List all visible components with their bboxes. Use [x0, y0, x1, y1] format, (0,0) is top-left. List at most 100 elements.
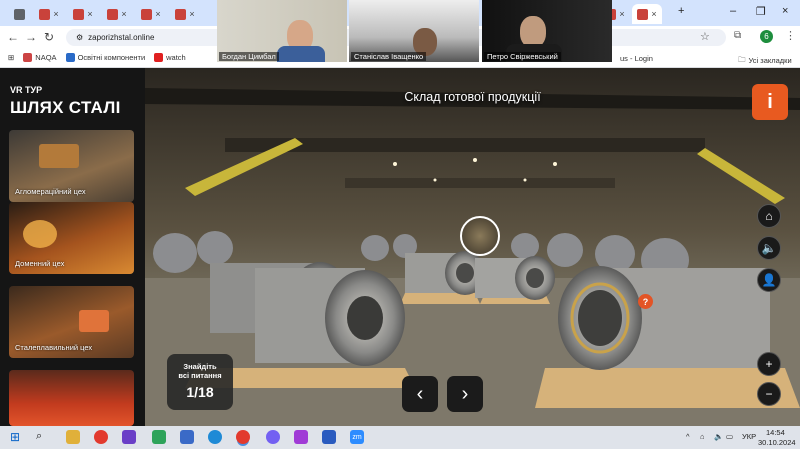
close-tab-icon[interactable]: × — [87, 9, 92, 19]
edge-icon[interactable] — [208, 430, 222, 444]
page-title: ШЛЯХ СТАЛІ — [10, 98, 121, 117]
new-tab-button[interactable]: + — [678, 5, 684, 17]
extensions-icon[interactable]: ⧉ — [734, 30, 741, 41]
close-tab-icon[interactable]: × — [619, 9, 624, 19]
profile-avatar[interactable]: 6 — [760, 30, 773, 43]
vr-tour-tag: VR ТУР — [10, 85, 43, 95]
url-text: zaporizhstal.online — [88, 33, 155, 42]
menu-icon[interactable]: ⋮ — [785, 29, 796, 42]
tab[interactable] — [4, 4, 34, 24]
file-explorer-icon[interactable] — [66, 430, 80, 444]
tab[interactable]: × — [102, 4, 132, 24]
apps-icon[interactable]: ⊞ — [8, 53, 14, 62]
site-info-icon[interactable]: ⚙ — [76, 33, 83, 42]
windows-start-icon[interactable]: ⊞ — [10, 430, 24, 444]
tab-favicon-icon — [39, 8, 51, 20]
next-scene-button[interactable]: › — [447, 376, 483, 412]
close-window-button[interactable]: × — [782, 5, 788, 17]
video-participant-3[interactable]: Петро Свіржевський — [482, 0, 612, 62]
close-tab-icon[interactable]: × — [121, 9, 126, 19]
close-tab-icon[interactable]: × — [53, 9, 58, 19]
bookmark-star-icon[interactable]: ☆ — [700, 30, 710, 43]
scene-hotspot[interactable] — [460, 216, 500, 256]
card-label: Агломераційний цех — [15, 187, 86, 196]
panorama-viewer[interactable]: Склад готової продукції ? i ⌂ 🔈 👤 + − Зн… — [145, 68, 800, 426]
taskbar: ⊞ ⌕ zm ^ ⌂ 🔈 ▭ УКР 14:54 30.10.2024 — [0, 426, 800, 449]
language-indicator[interactable]: УКР — [742, 432, 756, 441]
volume-icon[interactable]: 🔈 — [714, 432, 723, 441]
app-icon[interactable] — [122, 430, 136, 444]
app-icon[interactable] — [294, 430, 308, 444]
tab-favicon-icon — [107, 8, 119, 20]
zoom-app-icon[interactable]: zm — [350, 430, 364, 444]
participant-name: Петро Свіржевський — [484, 52, 561, 61]
bookmark-naqa[interactable]: NAQA — [23, 53, 57, 62]
quiz-progress: 1/18 — [186, 384, 214, 400]
bookmark-login[interactable]: us - Login — [620, 54, 653, 63]
youtube-icon — [154, 53, 164, 62]
word-icon[interactable] — [322, 430, 336, 444]
sidebar: VR ТУР ШЛЯХ СТАЛІ Агломераційний цех Дом… — [0, 68, 145, 426]
speaker-icon: 🔈 — [761, 241, 777, 255]
tab[interactable]: × — [136, 4, 166, 24]
folder-icon: 🗀 — [738, 55, 746, 64]
app-icon[interactable] — [152, 430, 166, 444]
viber-icon[interactable] — [266, 430, 280, 444]
zoom-out-button[interactable]: − — [757, 382, 781, 406]
vr-tour-page: VR ТУР ШЛЯХ СТАЛІ Агломераційний цех Дом… — [0, 68, 800, 426]
prev-scene-button[interactable]: ‹ — [402, 376, 438, 412]
tray-chevron-icon[interactable]: ^ — [686, 432, 690, 441]
bookmark-watch[interactable]: watch — [154, 53, 186, 62]
workshop-card-steelmaking[interactable]: Сталеплавильний цех — [9, 286, 134, 358]
tab-favicon-icon — [13, 8, 25, 20]
back-icon[interactable]: ← — [4, 30, 22, 44]
tab[interactable]: × — [170, 4, 200, 24]
search-icon[interactable]: ⌕ — [36, 430, 50, 444]
home-button[interactable]: ⌂ — [757, 204, 781, 228]
tab-favicon-icon — [637, 8, 649, 20]
bookmark-favicon-icon — [23, 53, 33, 62]
screen: × × × × × × × + – ❐ × ← → ↻ ⚙ zaporizhst… — [0, 0, 800, 449]
close-tab-icon[interactable]: × — [651, 9, 656, 19]
close-tab-icon[interactable]: × — [189, 9, 194, 19]
participant-name: Станіслав Іващенко — [351, 52, 427, 61]
workshop-card-rolling[interactable] — [9, 370, 134, 426]
profile-button[interactable]: 👤 — [757, 268, 781, 292]
video-participant-1[interactable]: Богдан Цимбал — [217, 0, 347, 62]
card-image — [79, 310, 109, 332]
card-label: Сталеплавильний цех — [15, 343, 93, 352]
forward-icon[interactable]: → — [22, 30, 40, 44]
clock-time[interactable]: 14:54 — [766, 428, 785, 437]
tab[interactable]: × — [68, 4, 98, 24]
zoom-in-button[interactable]: + — [757, 352, 781, 376]
quiz-counter: Знайдіть всі питання 1/18 — [167, 354, 233, 410]
workshop-card-blast-furnace[interactable]: Доменний цех — [9, 202, 134, 274]
chrome-icon[interactable] — [94, 430, 108, 444]
bookmark-components[interactable]: Освітні компоненти — [65, 53, 145, 62]
tab-favicon-icon — [73, 8, 85, 20]
close-tab-icon[interactable]: × — [155, 9, 160, 19]
tab-active[interactable]: × — [632, 4, 662, 24]
app-icon[interactable] — [180, 430, 194, 444]
card-image — [23, 220, 57, 248]
sound-button[interactable]: 🔈 — [757, 236, 781, 260]
battery-icon[interactable]: ▭ — [726, 432, 733, 441]
video-participant-2[interactable]: Станіслав Іващенко — [349, 0, 479, 62]
question-hotspot[interactable]: ? — [638, 294, 653, 309]
workshop-card-agglomeration[interactable]: Агломераційний цех — [9, 130, 134, 202]
quiz-text: Знайдіть всі питання — [178, 362, 222, 380]
clock-date[interactable]: 30.10.2024 — [758, 438, 796, 447]
all-bookmarks[interactable]: 🗀 Усі закладки — [738, 54, 792, 67]
reload-icon[interactable]: ↻ — [40, 30, 58, 44]
chrome-active-icon[interactable] — [236, 430, 250, 444]
tab[interactable]: × — [34, 4, 64, 24]
network-icon[interactable]: ⌂ — [700, 432, 705, 441]
minimize-button[interactable]: – — [730, 5, 736, 17]
info-button[interactable]: i — [752, 84, 788, 120]
tab-favicon-icon — [141, 8, 153, 20]
scene-title: Склад готової продукції — [404, 90, 541, 104]
user-icon: 👤 — [761, 273, 777, 287]
home-icon: ⌂ — [765, 209, 773, 223]
tab-favicon-icon — [175, 8, 187, 20]
maximize-button[interactable]: ❐ — [756, 5, 766, 18]
